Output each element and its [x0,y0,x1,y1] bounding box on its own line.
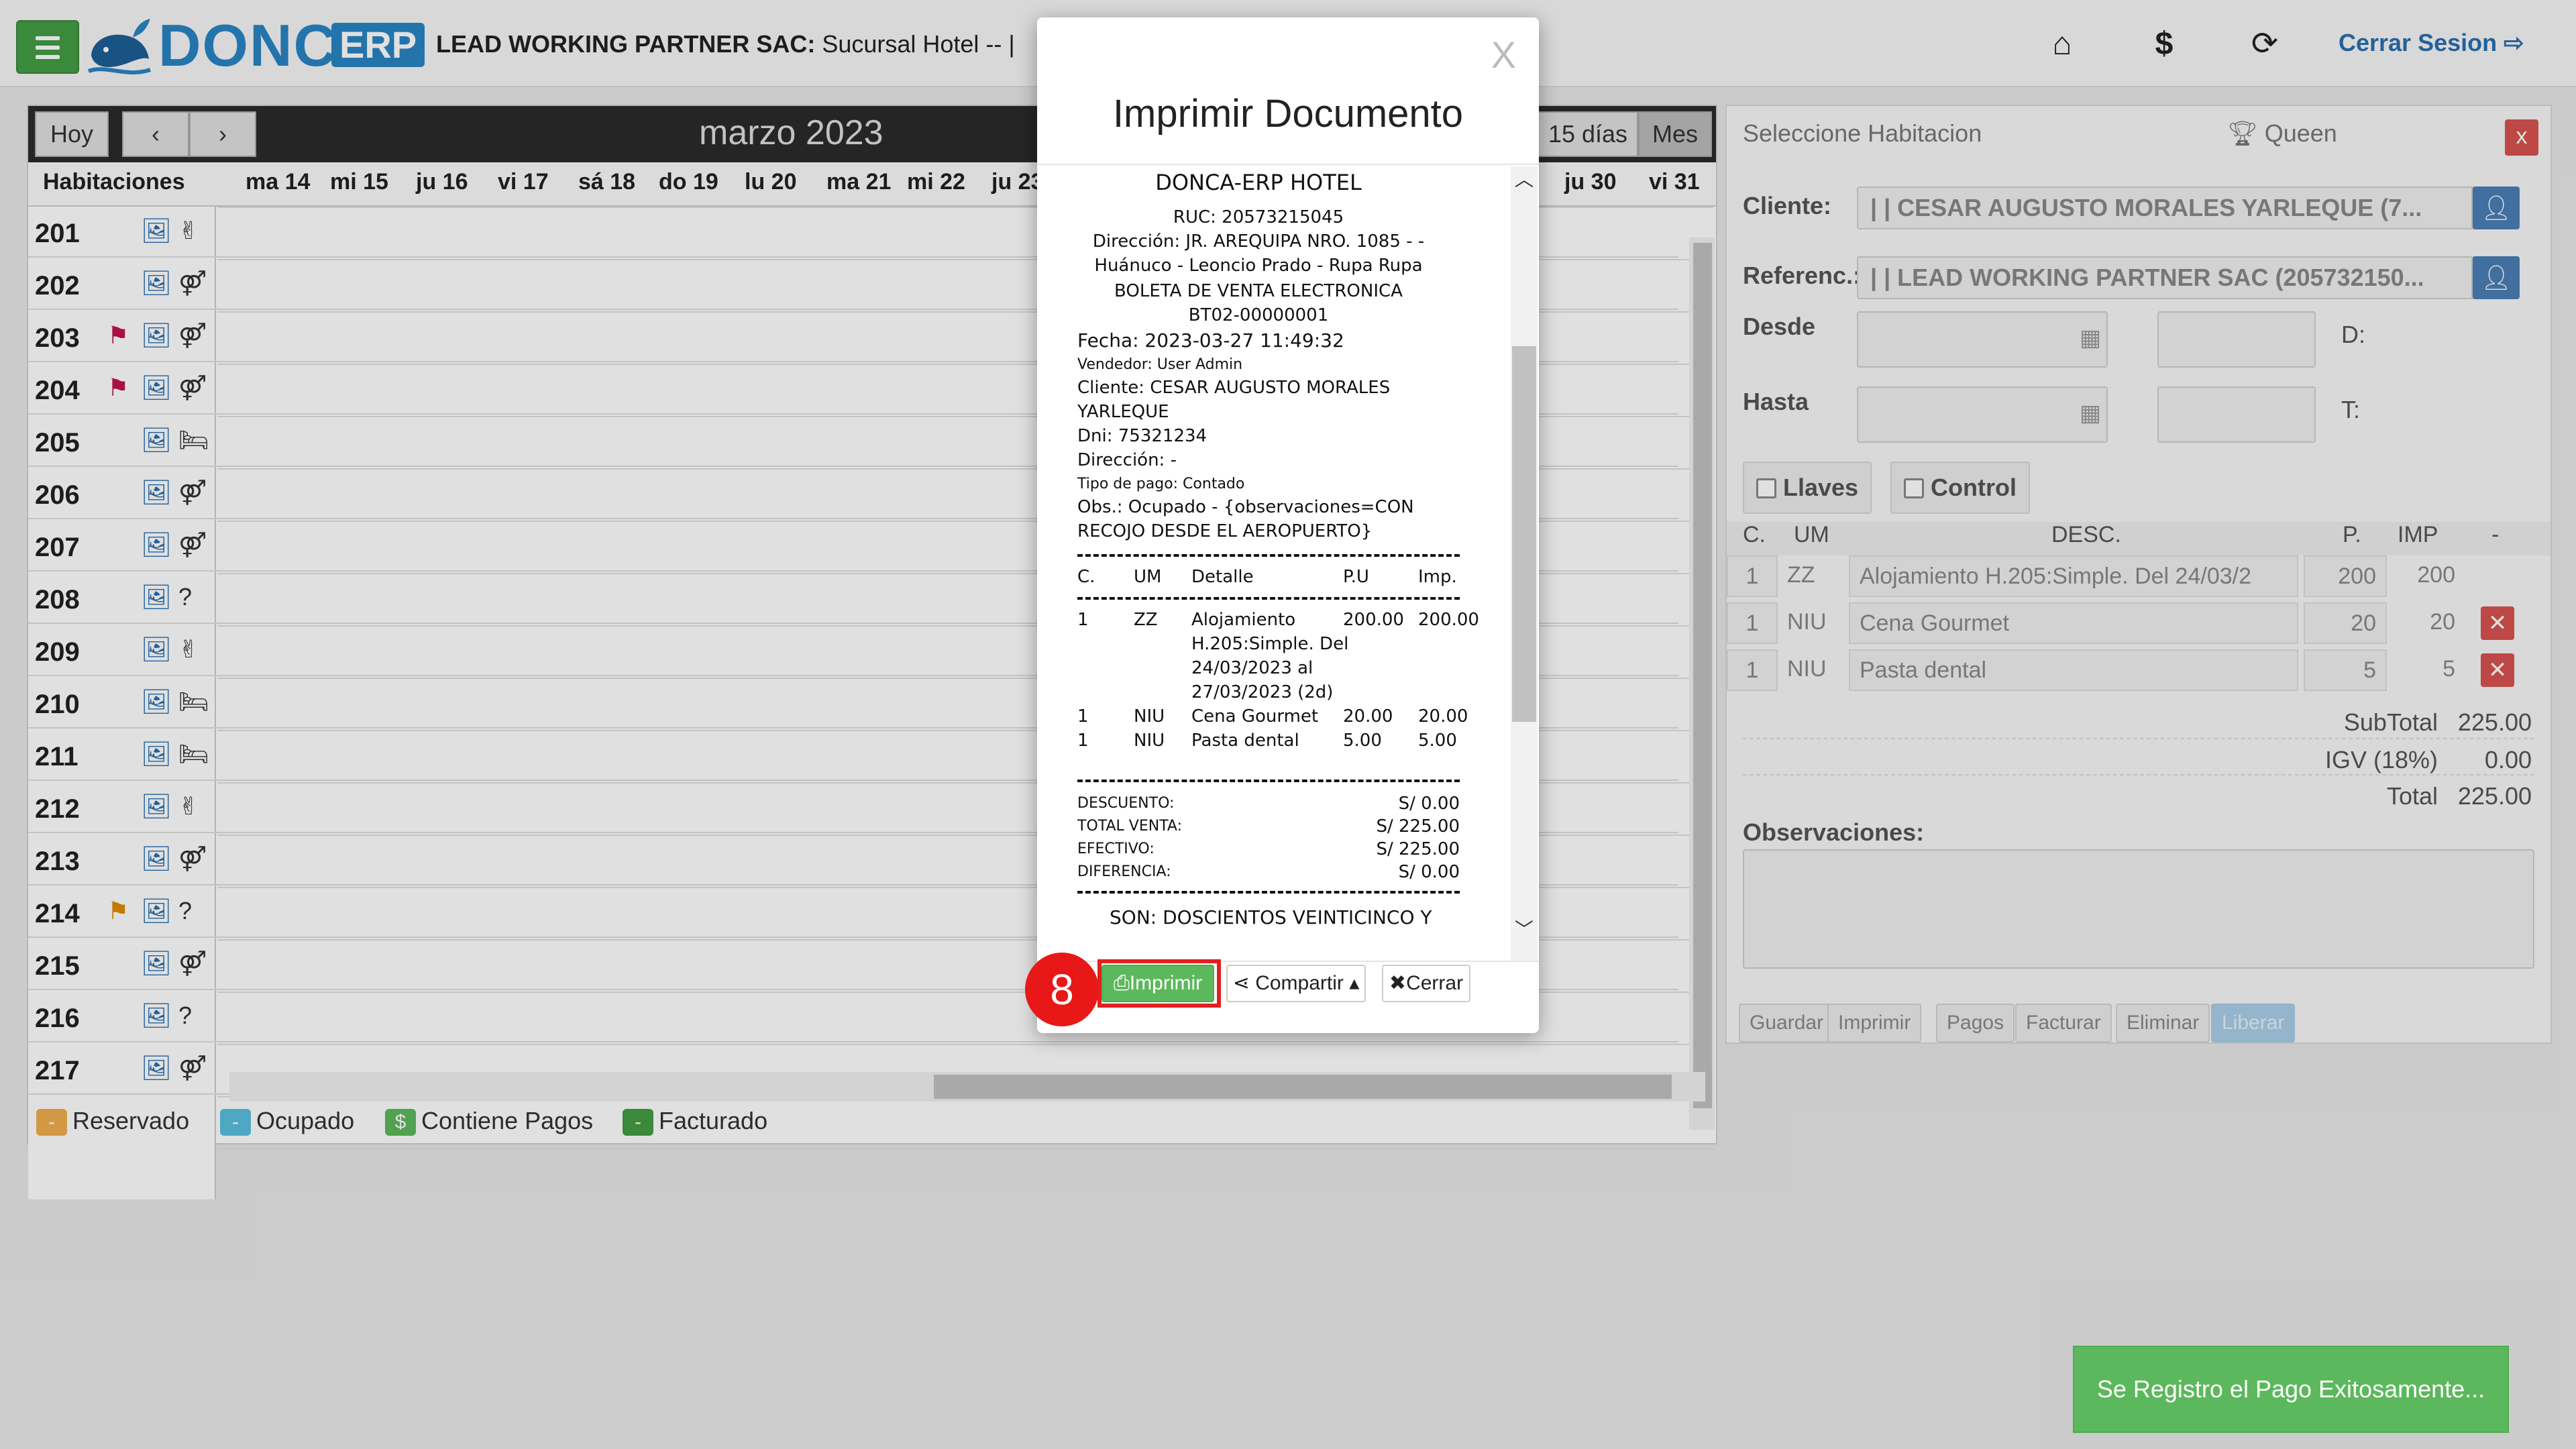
receipt-business: DONCA-ERP HOTEL [1155,170,1362,195]
close-label: Cerrar [1406,972,1464,994]
receipt-line-um: NIU [1134,706,1165,727]
receipt-line-detail: 27/03/2023 (2d) [1191,682,1334,702]
receipt-son: SON: DOSCIENTOS VEINTICINCO Y [1110,906,1432,928]
print-label: Imprimir [1129,972,1203,994]
receipt-col-imp: Imp. [1418,567,1457,587]
receipt-address-1: Dirección: JR. AREQUIPA NRO. 1085 - - [1092,231,1425,252]
receipt-col-um: UM [1134,567,1162,587]
receipt-cliente-1: Cliente: CESAR AUGUSTO MORALES [1077,378,1391,398]
receipt-line-detail: H.205:Simple. Del [1191,634,1349,654]
receipt-diferencia-value: S/ 0.00 [1398,862,1460,882]
receipt-tipo-pago: Tipo de pago: Contado [1077,476,1245,492]
chevron-down-icon[interactable]: ﹀ [1511,916,1538,943]
receipt-line-qty: 1 [1077,706,1089,727]
receipt-line-detail: Pasta dental [1191,731,1299,751]
receipt-line-detail: Cena Gourmet [1191,706,1319,727]
receipt-line-amount: 20.00 [1418,706,1468,727]
close-icon: ✖ [1389,972,1407,994]
receipt-line-um: NIU [1134,731,1165,751]
receipt-doc-type: BOLETA DE VENTA ELECTRONICA [1114,281,1403,301]
caret-up-icon: ▴ [1349,972,1360,994]
receipt-dni: Dni: 75321234 [1077,426,1208,446]
receipt-line-qty: 1 [1077,731,1089,751]
receipt-total-venta-label: TOTAL VENTA: [1077,818,1182,835]
share-icon: ⋖ [1232,972,1250,994]
modal-title: Imprimir Documento [1112,92,1464,136]
receipt-line-unit-price: 5.00 [1343,731,1382,751]
receipt-line-amount: 5.00 [1418,731,1457,751]
receipt-line-detail: 24/03/2023 al [1191,658,1313,678]
receipt-descuento-label: DESCUENTO: [1077,795,1175,812]
receipt-descuento-value: S/ 0.00 [1398,794,1460,814]
receipt-obs-2: RECOJO DESDE EL AEROPUERTO} [1077,521,1373,541]
receipt-efectivo-label: EFECTIVO: [1077,841,1155,857]
receipt-obs-1: Obs.: Ocupado - {observaciones=CON [1077,497,1414,517]
receipt-vendedor: Vendedor: User Admin [1077,356,1243,373]
receipt-lines: 1 ZZ Alojamiento H.205:Simple. Del 24/03/202… [1077,608,1507,809]
receipt-fecha: Fecha: 2023-03-27 11:49:32 [1077,329,1344,352]
receipt-line-amount: 200.00 [1418,610,1479,630]
receipt-scroll-thumb[interactable] [1512,346,1536,722]
receipt-col-pu: P.U [1343,567,1369,587]
receipt-line-um: ZZ [1134,610,1158,630]
receipt-doc-number: BT02-00000001 [1188,305,1329,325]
receipt-efectivo-value: S/ 225.00 [1376,839,1460,859]
receipt-cliente-2: YARLEQUE [1077,402,1169,422]
chevron-up-icon[interactable]: ︿ [1511,166,1538,193]
printer-icon: ⎙ [1113,972,1130,994]
receipt-ruc: RUC: 20573215045 [1173,207,1344,227]
receipt-col-detalle: Detalle [1191,567,1254,587]
receipt-total-venta-value: S/ 225.00 [1376,816,1460,837]
receipt-diferencia-label: DIFERENCIA: [1077,863,1171,880]
receipt-preview[interactable]: DONCA-ERP HOTEL RUC: 20573215045 Direcci… [1037,164,1539,962]
receipt-line-qty: 1 [1077,610,1089,630]
print-button[interactable]: ⎙Imprimir [1102,965,1214,1002]
modal-close-x-button[interactable]: X [1491,35,1516,75]
receipt-direccion: Dirección: - [1077,450,1177,470]
share-button[interactable]: ⋖ Compartir ▴ [1226,965,1366,1002]
success-toast: Se Registro el Pago Exitosamente... [2073,1346,2509,1433]
receipt-line-unit-price: 200.00 [1343,610,1404,630]
share-label: Compartir [1255,972,1344,994]
close-button[interactable]: ✖Cerrar [1382,965,1470,1002]
receipt-line-detail: Alojamiento [1191,610,1296,630]
receipt-address-2: Huánuco - Leoncio Prado - Rupa Rupa [1094,256,1423,276]
step-number-badge: 8 [1025,953,1099,1026]
receipt-col-c: C. [1077,567,1095,587]
print-document-modal: X Imprimir Documento DONCA-ERP HOTEL RUC… [1037,17,1539,1033]
receipt-line-unit-price: 20.00 [1343,706,1393,727]
